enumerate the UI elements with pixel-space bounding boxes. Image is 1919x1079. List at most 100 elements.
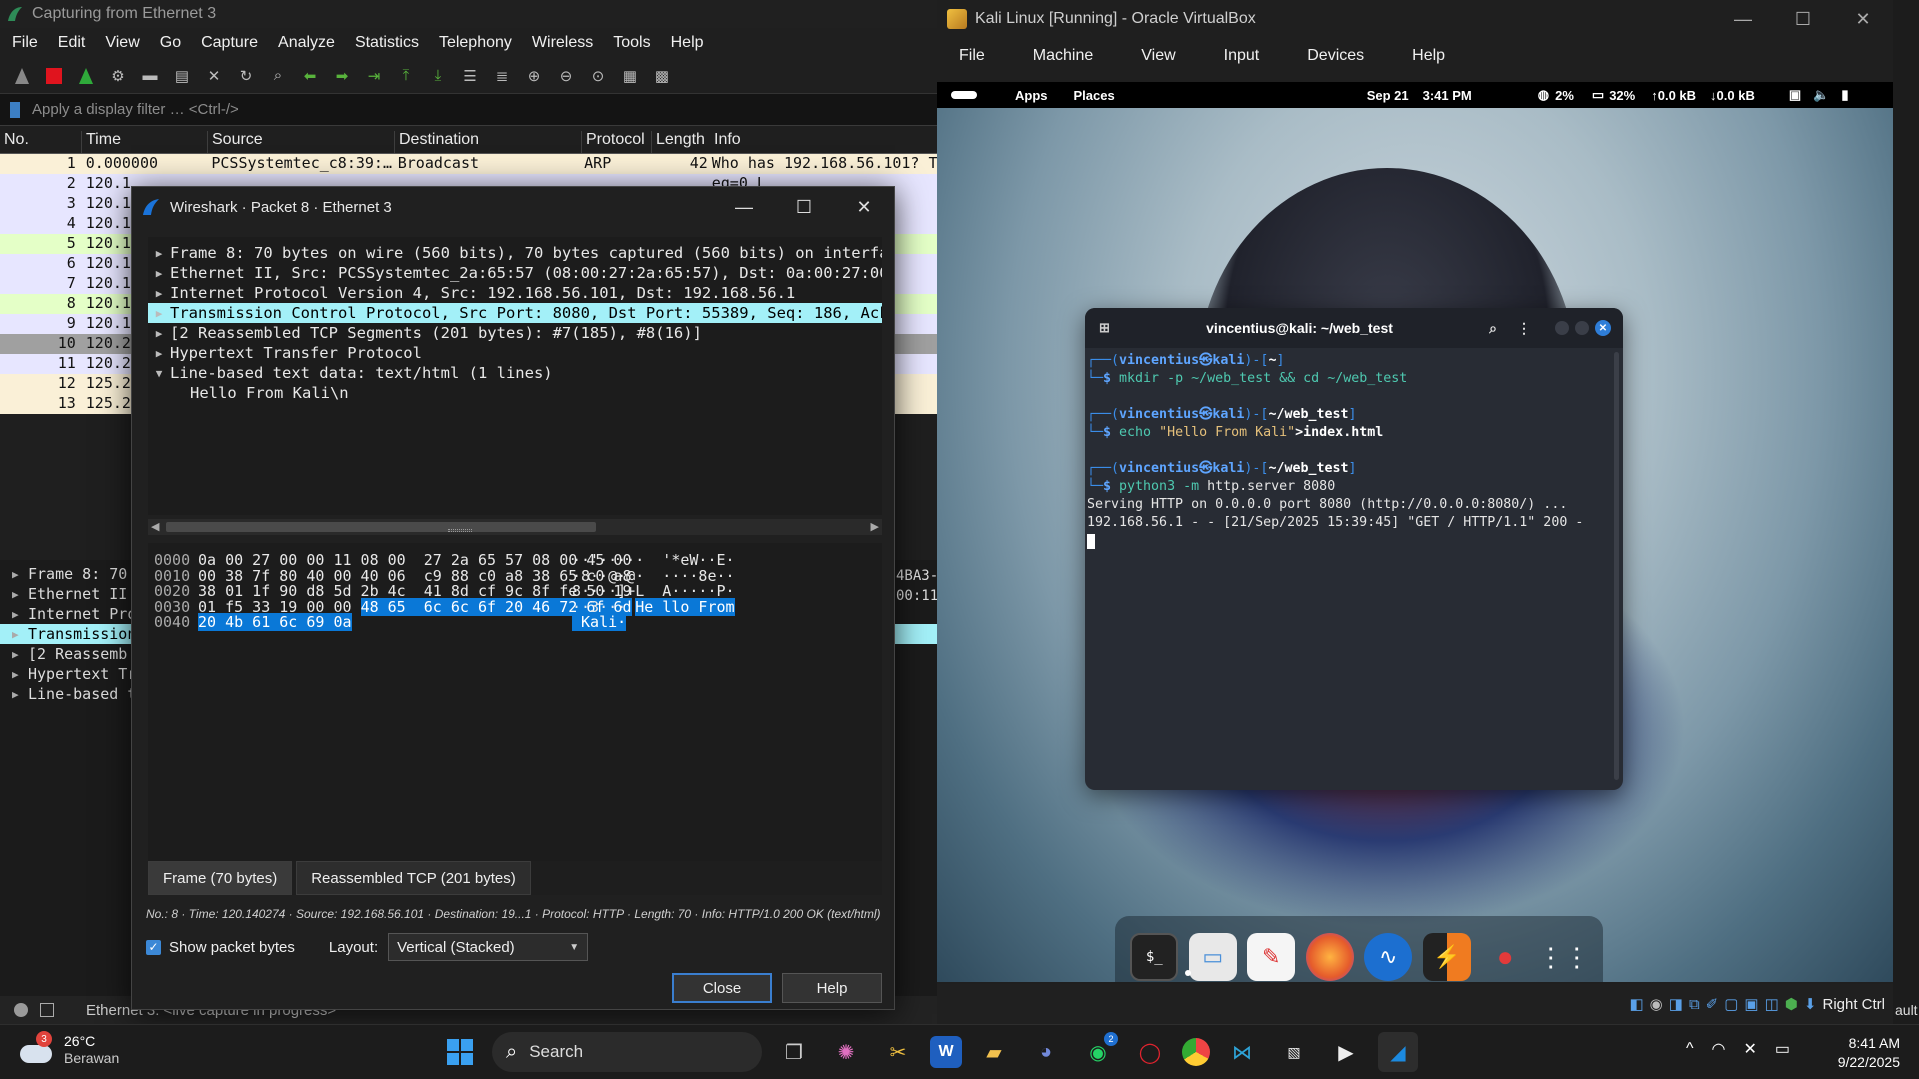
help-button[interactable]: Help [782, 973, 882, 1003]
vb-close-icon[interactable]: ✕ [1833, 9, 1893, 30]
wireshark-taskbar-icon[interactable]: ◢ [1378, 1032, 1418, 1072]
terminal-close-icon[interactable]: ✕ [1595, 320, 1611, 336]
expand-arrow-icon[interactable]: ▶ [12, 608, 28, 621]
expand-arrow-icon[interactable]: ▶ [12, 648, 28, 661]
expand-arrow-icon[interactable]: ▶ [12, 668, 28, 681]
terminal-minimize-icon[interactable] [1555, 321, 1569, 335]
windows-start-icon[interactable] [440, 1032, 480, 1072]
expand-arrow-icon[interactable]: ▶ [12, 628, 28, 641]
find-packet-icon[interactable]: ⌕ [266, 64, 290, 88]
menu-analyze[interactable]: Analyze [278, 34, 335, 52]
close-icon[interactable]: ✕ [834, 197, 894, 218]
burpsuite-icon[interactable]: ⚡ [1422, 933, 1471, 981]
display-filter-bar[interactable]: Apply a display filter … <Ctrl-/> [0, 94, 937, 126]
vb-menu-help[interactable]: Help [1412, 47, 1445, 65]
go-first-icon[interactable]: ⤒ [394, 64, 418, 88]
expand-arrow-icon[interactable]: ▶ [148, 327, 170, 340]
col-length[interactable]: Length [652, 131, 710, 153]
colorize-icon[interactable]: ≣ [490, 64, 514, 88]
vb-minimize-icon[interactable]: — [1713, 9, 1773, 30]
horizontal-scrollbar[interactable]: ◀ ▶ [148, 519, 882, 535]
close-button[interactable]: Close [672, 973, 772, 1003]
go-to-packet-icon[interactable]: ⇥ [362, 64, 386, 88]
restart-capture-icon[interactable] [74, 64, 98, 88]
terminal-search-icon[interactable]: ⌕ [1489, 320, 1497, 337]
taskbar-search[interactable]: ⌕ Search [492, 1032, 762, 1072]
protocol-tree-row[interactable]: ▶ Frame 8: 70 bytes on wire (560 bits), 7… [148, 243, 882, 263]
whatsapp-icon[interactable]: ◉ 2 [1078, 1032, 1118, 1072]
capture-options-icon[interactable]: ⚙ [106, 64, 130, 88]
kali-date[interactable]: Sep 21 [1367, 88, 1409, 103]
expand-arrow-icon[interactable]: ▶ [148, 267, 170, 280]
optical-icon[interactable]: ◉ [1650, 995, 1663, 1013]
maximize-icon[interactable]: ☐ [774, 197, 834, 218]
cherrytree-icon[interactable]: ● [1481, 933, 1529, 981]
recording-icon[interactable]: ◫ [1765, 995, 1779, 1013]
reload-icon[interactable]: ↻ [234, 64, 258, 88]
shared-folder-icon[interactable]: ▢ [1724, 995, 1738, 1013]
zoom-out-icon[interactable]: ⊖ [554, 64, 578, 88]
close-file-icon[interactable]: ✕ [202, 64, 226, 88]
weather-widget[interactable]: 3 26°C Berawan [20, 1031, 119, 1067]
workspace-indicator-icon[interactable] [951, 91, 977, 99]
menu-wireless[interactable]: Wireless [532, 34, 593, 52]
col-info[interactable]: Info [710, 131, 910, 153]
usb-icon[interactable]: ✐ [1706, 995, 1719, 1013]
vb-menu-input[interactable]: Input [1224, 47, 1260, 65]
col-protocol[interactable]: Protocol [582, 131, 652, 153]
firefox-icon[interactable] [1305, 933, 1354, 981]
protocol-tree-row[interactable]: ▶ Internet Protocol Version 4, Src: 192.1… [148, 283, 882, 303]
menu-view[interactable]: View [105, 34, 139, 52]
menu-telephony[interactable]: Telephony [439, 34, 512, 52]
taskbar-clock[interactable]: 8:41 AM 9/22/2025 [1826, 1034, 1900, 1072]
zoom-in-icon[interactable]: ⊕ [522, 64, 546, 88]
expand-arrow-icon[interactable]: ▶ [12, 568, 28, 581]
protocol-tree-row[interactable]: ▶ Transmission Control Protocol, Src Port… [148, 303, 882, 323]
start-capture-icon[interactable] [10, 64, 34, 88]
files-icon[interactable]: ▭ [1188, 933, 1237, 981]
col-time[interactable]: Time [82, 131, 208, 153]
copilot-icon[interactable]: ✺ [826, 1032, 866, 1072]
stop-capture-icon[interactable] [42, 64, 66, 88]
cpu-activity-icon[interactable]: ⬢ [1785, 995, 1798, 1013]
vb-menu-view[interactable]: View [1141, 47, 1175, 65]
chrome-icon[interactable] [1182, 1038, 1210, 1066]
network-icon[interactable]: ⧉ [1689, 996, 1700, 1013]
protocol-tree-row[interactable]: ▶ Ethernet II, Src: PCSSystemtec_2a:65:57… [148, 263, 882, 283]
vs-code-icon[interactable]: ⋈ [1222, 1032, 1262, 1072]
vb-menu-machine[interactable]: Machine [1033, 47, 1093, 65]
menu-capture[interactable]: Capture [201, 34, 258, 52]
kali-places-menu[interactable]: Places [1074, 88, 1115, 103]
opera-icon[interactable]: ◯ [1130, 1032, 1170, 1072]
tab-frame[interactable]: Frame (70 bytes) [148, 861, 293, 895]
muted-volume-icon[interactable]: ✕ [1743, 1039, 1756, 1059]
menu-statistics[interactable]: Statistics [355, 34, 419, 52]
expert-info-icon[interactable] [14, 1003, 28, 1017]
scroll-thumb[interactable] [166, 522, 596, 532]
menu-go[interactable]: Go [160, 34, 181, 52]
tab-reassembled-tcp[interactable]: Reassembled TCP (201 bytes) [296, 861, 531, 895]
expand-arrow-icon[interactable]: ▶ [148, 347, 170, 360]
terminal-taskbar-icon[interactable]: ▶ [1326, 1032, 1366, 1072]
col-no[interactable]: No. [0, 131, 82, 153]
volume-icon[interactable]: 🔈 [1813, 87, 1829, 103]
power-icon[interactable]: ▮ [1841, 87, 1848, 103]
discord-icon[interactable]: ◕ [1026, 1032, 1066, 1072]
hex-bytes[interactable]: 20 4b 61 6c 69 0a [198, 613, 352, 631]
bookmark-icon[interactable] [10, 101, 20, 118]
expand-arrow-icon[interactable]: ▶ [148, 287, 170, 300]
task-view-icon[interactable]: ❐ [774, 1032, 814, 1072]
scroll-right-icon[interactable]: ▶ [871, 520, 879, 533]
file-explorer-icon[interactable]: ▰ [974, 1032, 1014, 1072]
wireshark-icon[interactable]: ∿ [1364, 933, 1413, 981]
autoscroll-icon[interactable]: ☰ [458, 64, 482, 88]
new-tab-icon[interactable]: ⊞ [1099, 320, 1110, 336]
capture-comment-icon[interactable] [40, 1003, 54, 1017]
display-filter-input[interactable]: Apply a display filter … <Ctrl-/> [32, 101, 239, 118]
pane-splitter-handle[interactable] [448, 529, 472, 532]
terminal-maximize-icon[interactable] [1575, 321, 1589, 335]
virtualbox-taskbar-icon[interactable]: ▧ [1274, 1032, 1314, 1072]
vb-menu-file[interactable]: File [959, 47, 985, 65]
screen-icon[interactable]: ▣ [1789, 87, 1801, 103]
menu-help[interactable]: Help [671, 34, 704, 52]
